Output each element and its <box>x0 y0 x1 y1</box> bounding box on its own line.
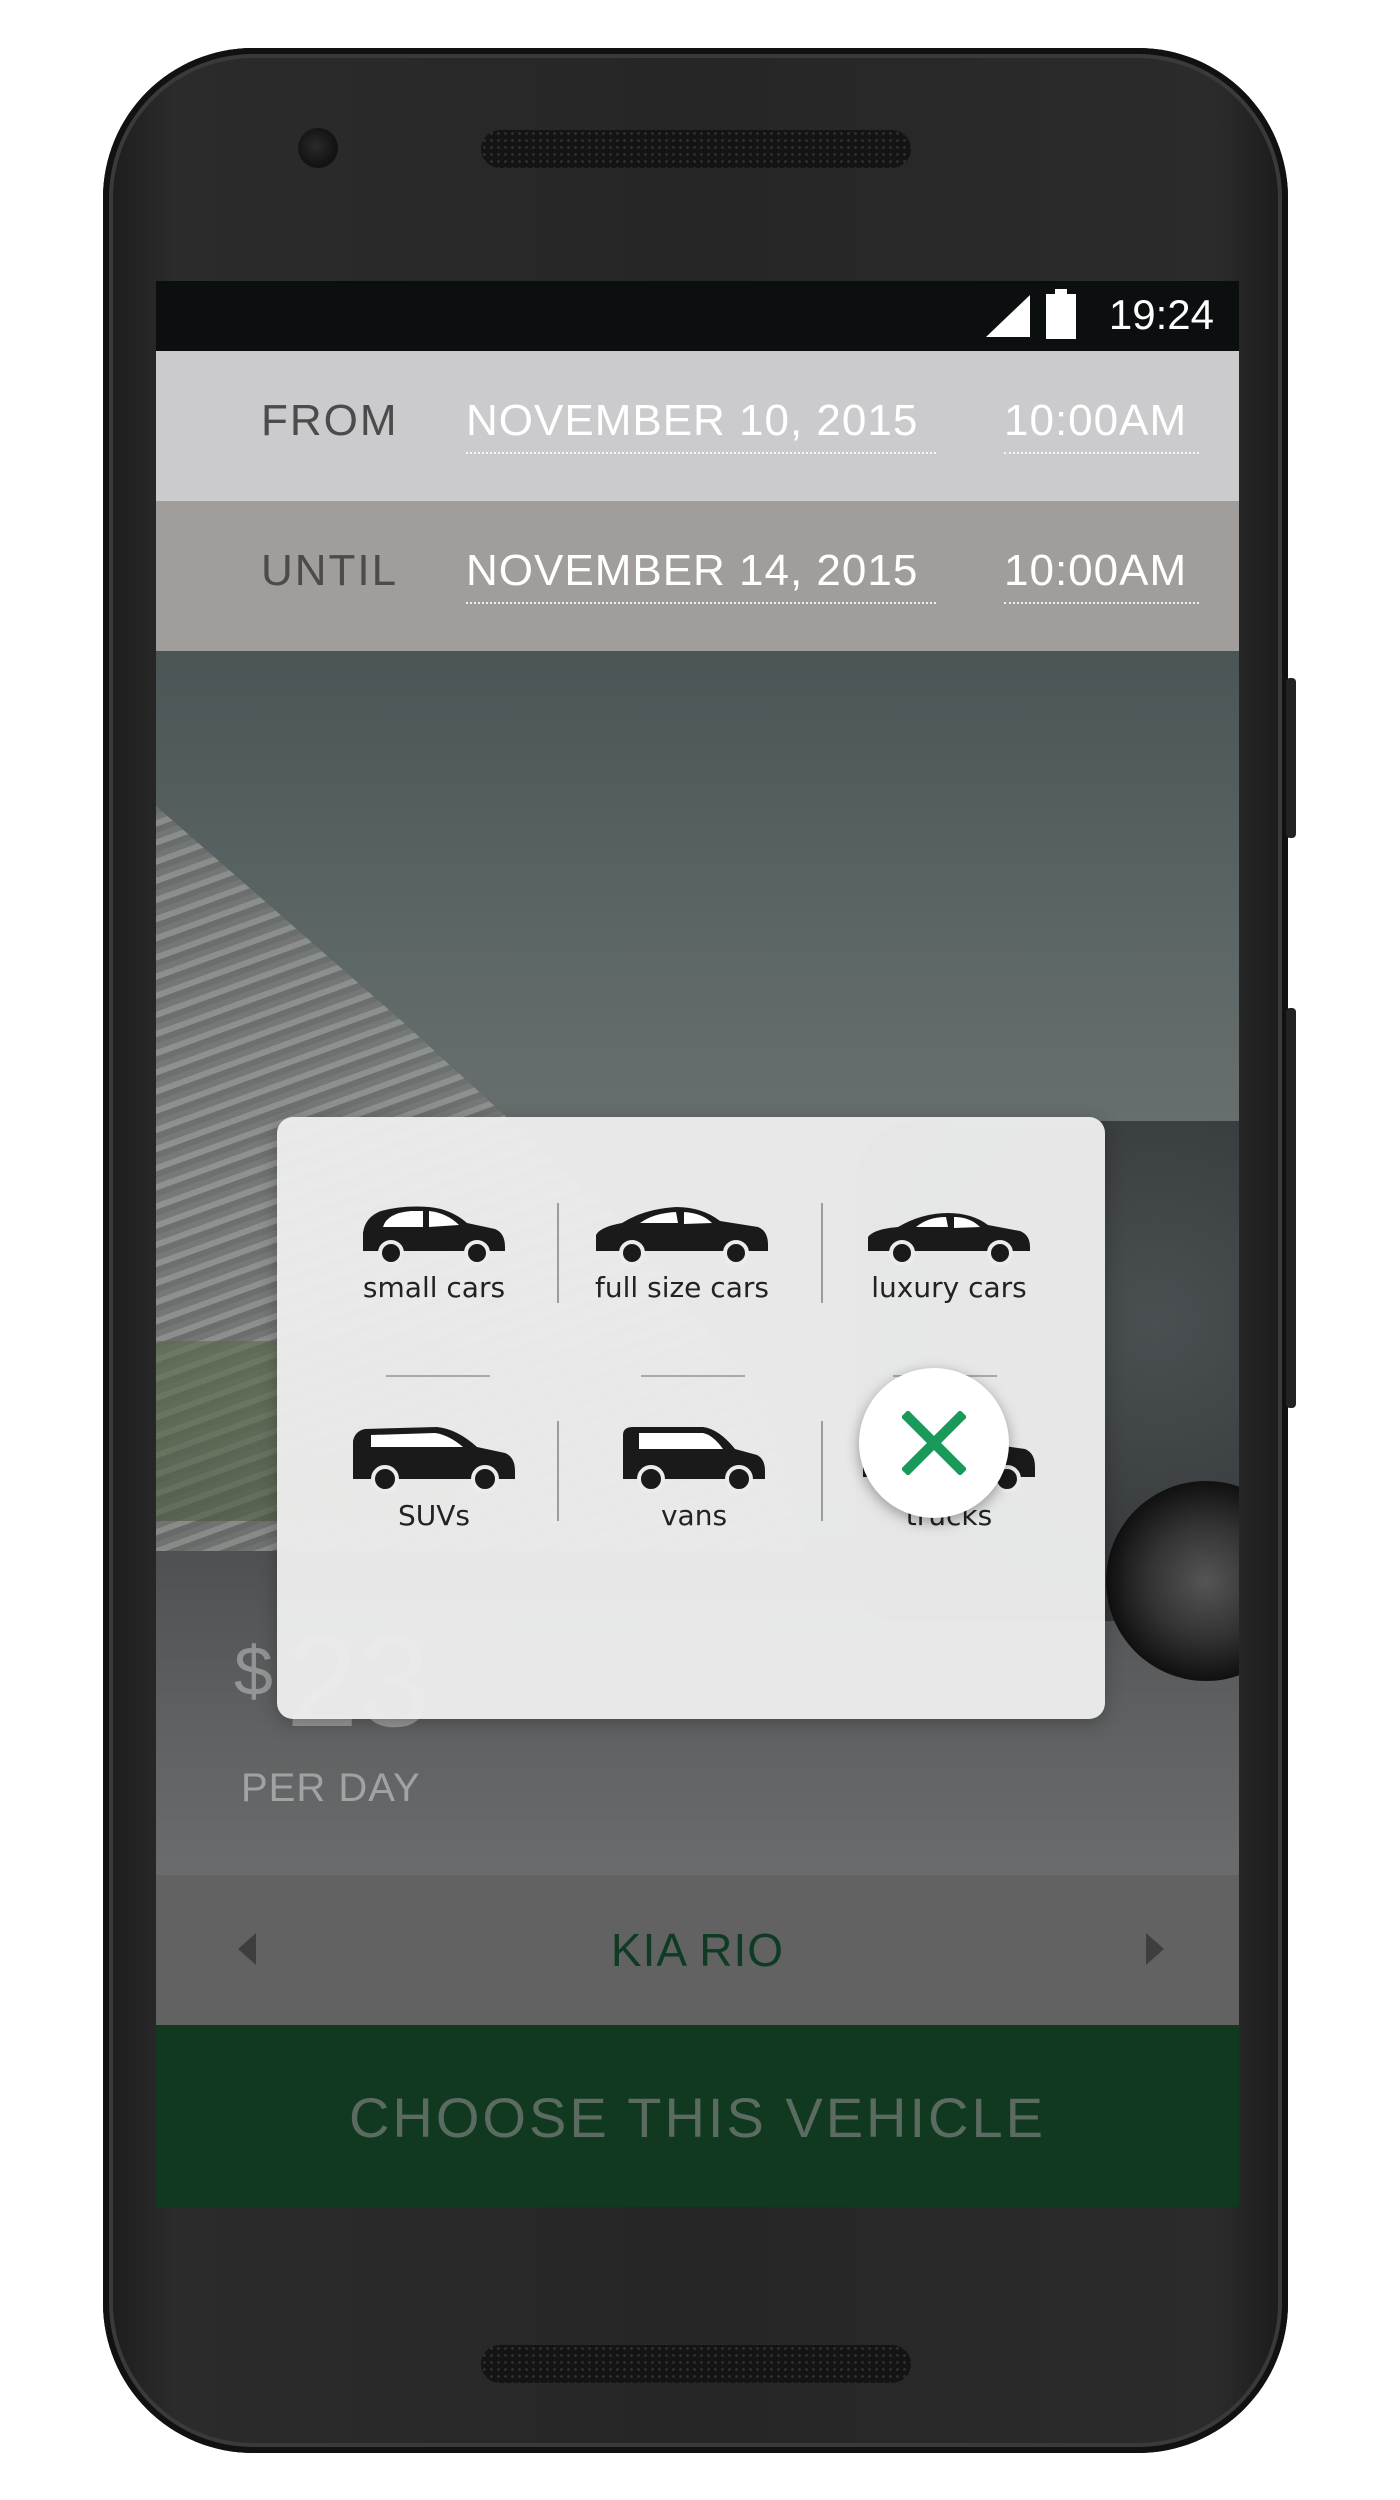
choose-vehicle-button[interactable]: CHOOSE THIS VEHICLE <box>156 2025 1239 2207</box>
divider <box>821 1421 823 1521</box>
status-time: 19:24 <box>1108 291 1214 338</box>
suv-icon <box>353 1427 515 1493</box>
divider <box>821 1203 823 1303</box>
close-icon <box>902 1411 966 1475</box>
from-date-field[interactable]: NOVEMBER 10, 2015 <box>466 396 936 454</box>
divider <box>557 1203 559 1303</box>
category-label: small cars <box>362 1271 506 1304</box>
front-camera <box>298 128 338 168</box>
from-time-field[interactable]: 10:00AM <box>1004 396 1199 454</box>
sedan-icon <box>596 1207 768 1265</box>
status-bar: 19:24 <box>156 281 1239 351</box>
category-full-size-cars[interactable]: full size cars <box>577 1203 787 1304</box>
from-label: FROM <box>261 396 399 445</box>
top-speaker <box>481 130 911 168</box>
divider <box>641 1375 745 1377</box>
bottom-speaker <box>481 2345 911 2383</box>
category-label: full size cars <box>595 1271 769 1304</box>
vehicle-name: KIA RIO <box>610 1924 785 1976</box>
category-label: vans <box>660 1499 728 1532</box>
until-row: UNTIL NOVEMBER 14, 2015 10:00AM <box>156 501 1239 651</box>
category-label: luxury cars <box>871 1271 1027 1304</box>
app-screen: 19:24 FROM NOVEMBER 10, 2015 10:00AM UNT… <box>156 281 1239 2207</box>
until-label: UNTIL <box>261 546 399 595</box>
vehicle-selector: KIA RIO <box>156 1875 1239 2025</box>
from-row: FROM NOVEMBER 10, 2015 10:00AM <box>156 351 1239 501</box>
until-date-field[interactable]: NOVEMBER 14, 2015 <box>466 546 936 604</box>
category-suvs[interactable]: SUVs <box>329 1421 539 1532</box>
power-button <box>1286 678 1296 838</box>
divider <box>386 1375 490 1377</box>
price-unit: PER DAY <box>241 1766 421 1810</box>
choose-vehicle-label: CHOOSE THIS VEHICLE <box>348 2086 1046 2149</box>
category-luxury-cars[interactable]: luxury cars <box>844 1203 1054 1304</box>
chevron-right-icon[interactable] <box>1146 1933 1164 1965</box>
small-car-icon <box>363 1206 505 1265</box>
price-currency: $ <box>234 1632 273 1710</box>
luxury-car-icon <box>868 1213 1030 1265</box>
category-label: SUVs <box>397 1499 470 1532</box>
category-vans[interactable]: vans <box>589 1421 799 1532</box>
close-button[interactable] <box>859 1368 1009 1518</box>
divider <box>557 1421 559 1521</box>
van-icon <box>623 1427 765 1493</box>
until-time-field[interactable]: 10:00AM <box>1004 546 1199 604</box>
signal-icon <box>986 295 1030 337</box>
volume-button <box>1286 1008 1296 1408</box>
category-small-cars[interactable]: small cars <box>329 1203 539 1304</box>
battery-icon <box>1046 289 1076 339</box>
